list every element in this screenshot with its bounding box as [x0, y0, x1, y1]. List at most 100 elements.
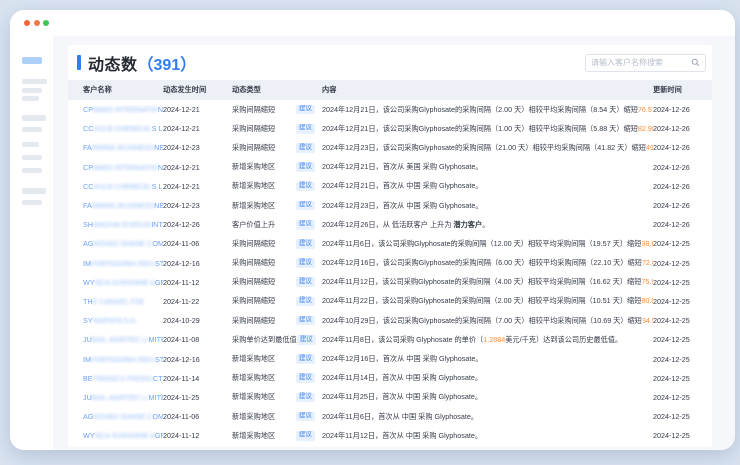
customer-name-link[interactable]: IMPORTADORA INDUSTRIA...	[68, 355, 163, 364]
table-row[interactable]: IMPORTADORA INDUSTRIA... 2024-12-16 采购间隔…	[68, 254, 712, 273]
event-content: 2024年12月23日，首次从 中国 采购 Glyphosate。	[322, 201, 653, 211]
sidebar-item[interactable]	[22, 155, 42, 160]
table-row[interactable]: CCHULB CHEMICALS LLC 2024-12-21 采购间隔缩短 建…	[68, 119, 712, 138]
table-row[interactable]: WYNCA SUNSHINE AGRIC ... 2024-11-12 采购间隔…	[68, 273, 712, 292]
event-content: 2024年12月21日，首次从 美国 采购 Glyphosate。	[322, 162, 653, 172]
event-date: 2024-12-21	[163, 182, 232, 191]
suggestion-badge: 建议	[296, 220, 315, 230]
event-type-label: 采购间隔缩短	[232, 124, 275, 134]
maximize-button[interactable]	[43, 20, 49, 26]
event-date: 2024-11-25	[163, 393, 232, 402]
customer-name-link[interactable]: SYNGENTA S.A.	[68, 316, 163, 325]
customer-name-link[interactable]: JUBAIL AGRITEC LIMITED	[68, 393, 163, 402]
suggestion-badge: 建议	[296, 393, 315, 403]
update-date: 2024-12-25	[653, 297, 712, 306]
event-date: 2024-11-06	[163, 239, 232, 248]
table-header-row: 客户名称 动态发生时间 动态类型 内容 更新时间	[68, 80, 712, 100]
window-titlebar	[10, 10, 735, 36]
sidebar-item[interactable]	[22, 96, 39, 101]
customer-name-link[interactable]: SHANGHAI EVERJOINTER...	[68, 220, 163, 229]
sidebar-item[interactable]	[22, 142, 39, 147]
sidebar-item[interactable]	[22, 88, 42, 93]
sidebar-item[interactable]	[22, 188, 46, 194]
dynamics-count: （391）	[138, 51, 197, 75]
table-row[interactable]: CCHULB CHEMICALS LLC 2024-12-21 新增采购地区 建…	[68, 177, 712, 196]
update-date: 2024-12-25	[653, 431, 712, 440]
suggestion-badge: 建议	[296, 373, 315, 383]
table-row[interactable]: WYNCA SUNSHINE AGRIC ... 2024-11-12 新增采购…	[68, 426, 712, 445]
sidebar-item[interactable]	[22, 127, 42, 132]
sidebar-item[interactable]	[22, 200, 42, 205]
search-icon[interactable]	[691, 58, 700, 67]
table-row[interactable]: CPAMAS INTERNATIONAL L... 2024-12-21 新增采…	[68, 158, 712, 177]
event-date: 2024-11-22	[163, 297, 232, 306]
table-row[interactable]: THE CANGEL FZE 2024-11-22 采购间隔缩短 建议 2024…	[68, 292, 712, 311]
event-date: 2024-11-12	[163, 278, 232, 287]
update-date: 2024-12-25	[653, 259, 712, 268]
title-accent-bar	[77, 55, 81, 70]
event-type-label: 客户价值上升	[232, 220, 275, 230]
update-date: 2024-12-25	[653, 239, 712, 248]
update-date: 2024-12-26	[653, 220, 712, 229]
update-date: 2024-12-25	[653, 355, 712, 364]
sidebar	[10, 36, 53, 450]
panel-header: 动态数 （391）	[68, 45, 712, 80]
column-header-content: 内容	[322, 85, 653, 95]
sidebar-item[interactable]	[22, 79, 47, 84]
customer-name-link[interactable]: BETRONICS PRODUCTIO...	[68, 374, 163, 383]
update-date: 2024-12-25	[653, 393, 712, 402]
close-button[interactable]	[24, 20, 30, 26]
table-row[interactable]: JUBAIL AGRITEC LIMITED 2024-11-08 采购单价达到…	[68, 330, 712, 349]
table-row[interactable]: FARMING BUSINESSNET... 2024-12-23 采购间隔缩短…	[68, 138, 712, 157]
event-content: 2024年11月12日，该公司采购Glyphosate的采购间隔（4.00 天）…	[322, 277, 653, 287]
customer-name-link[interactable]: FARMING BUSINESSNET...	[68, 143, 163, 152]
event-type-label: 采购间隔缩短	[232, 239, 275, 249]
customer-name-link[interactable]: CCHULB CHEMICALS LLC	[68, 182, 163, 191]
table-row[interactable]: SHANGHAI EVERJOINTER... 2024-12-26 客户价值上…	[68, 215, 712, 234]
sidebar-item[interactable]	[22, 168, 42, 173]
suggestion-badge: 建议	[296, 412, 315, 422]
table-row[interactable]: SYNGENTA S.A. 2024-10-29 采购间隔缩短 建议 2024年…	[68, 311, 712, 330]
customer-name-link[interactable]: CPAMAS INTERNATIONAL L...	[68, 163, 163, 172]
event-date: 2024-11-12	[163, 431, 232, 440]
search-input[interactable]	[591, 58, 691, 67]
event-type-label: 采购间隔缩短	[232, 316, 275, 326]
event-content: 2024年11月8日，该公司采购 Glyphosate 的单价（1.2884美元…	[322, 335, 653, 345]
event-content: 2024年12月16日，首次从 中国 采购 Glyphosate。	[322, 354, 653, 364]
sidebar-item[interactable]	[22, 115, 46, 121]
customer-name-link[interactable]: IMPORTADORA INDUSTRIA...	[68, 259, 163, 268]
event-content: 2024年12月21日，该公司采购Glyphosate的采购间隔（1.00 天）…	[322, 124, 653, 134]
table-row[interactable]: JUBAIL AGRITEC LIMITED 2024-11-25 新增采购地区…	[68, 388, 712, 407]
customer-name-link[interactable]: JUBAIL AGRITEC LIMITED	[68, 335, 163, 344]
customer-name-link[interactable]: CCHULB CHEMICALS LLC	[68, 124, 163, 133]
table-row[interactable]: FARMING BUSINESSNET... 2024-12-23 新增采购地区…	[68, 196, 712, 215]
column-header-update-time: 更新时间	[653, 85, 712, 95]
update-date: 2024-12-25	[653, 316, 712, 325]
customer-name-link[interactable]: AGROVAD SHANE COMPA...	[68, 239, 163, 248]
customer-name-link[interactable]: FARMING BUSINESSNET...	[68, 201, 163, 210]
app-window: 动态数 （391） 客户名称 动态发生时间 动态类型 内容	[10, 10, 735, 450]
table-row[interactable]: AGROVAD SHANE COMPA... 2024-11-06 新增采购地区…	[68, 407, 712, 426]
event-date: 2024-12-21	[163, 124, 232, 133]
event-type-label: 采购间隔缩短	[232, 296, 275, 306]
table-row[interactable]: BETRONICS PRODUCTIO... 2024-11-14 新增采购地区…	[68, 369, 712, 388]
minimize-button[interactable]	[34, 20, 40, 26]
event-type-label: 采购间隔缩短	[232, 258, 275, 268]
page-background: { "window": { "traffic_lights": [ { "nam…	[0, 0, 740, 465]
customer-name-link[interactable]: WYNCA SUNSHINE AGRIC ...	[68, 431, 163, 440]
event-date: 2024-12-21	[163, 105, 232, 114]
customer-name-link[interactable]: AGROVAD SHANE COMPA...	[68, 412, 163, 421]
customer-name-link[interactable]: CPAMAS INTERNATIONAL L...	[68, 105, 163, 114]
update-date: 2024-12-25	[653, 278, 712, 287]
column-header-customer-name: 客户名称	[68, 85, 163, 95]
table-row[interactable]: AGROVAD SHANE COMPA... 2024-11-06 采购间隔缩短…	[68, 234, 712, 253]
customer-name-link[interactable]: WYNCA SUNSHINE AGRIC ...	[68, 278, 163, 287]
table-row[interactable]: IMPORTADORA INDUSTRIA... 2024-12-16 新增采购…	[68, 349, 712, 368]
event-date: 2024-11-08	[163, 335, 232, 344]
event-type-label: 新增采购地区	[232, 373, 275, 383]
event-date: 2024-12-16	[163, 259, 232, 268]
sidebar-item-active[interactable]	[22, 57, 42, 64]
table-row[interactable]: CPAMAS INTERNATIONAL L... 2024-12-21 采购间…	[68, 100, 712, 119]
customer-name-link[interactable]: THE CANGEL FZE	[68, 297, 163, 306]
event-type-label: 采购单价达到最低值	[232, 335, 297, 345]
